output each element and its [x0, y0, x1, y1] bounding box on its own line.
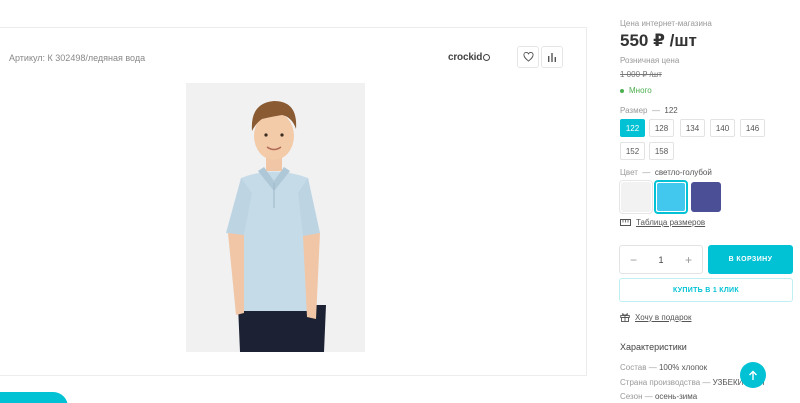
quantity-stepper: − 1 +: [619, 245, 703, 274]
color-swatch-navy[interactable]: [689, 180, 723, 214]
size-option-158[interactable]: 158: [649, 142, 674, 160]
size-option-146[interactable]: 146: [740, 119, 765, 137]
size-option-128[interactable]: 128: [649, 119, 674, 137]
size-table-link[interactable]: Таблица размеров: [620, 218, 705, 227]
quantity-value[interactable]: 1: [658, 255, 663, 265]
online-price-label: Цена интернет-магазина: [620, 19, 712, 28]
brand-logo[interactable]: crockid: [448, 52, 491, 63]
characteristic-row: Сезон — осень-зима: [620, 392, 698, 401]
compare-button[interactable]: [541, 46, 563, 68]
color-dash: —: [642, 168, 651, 177]
add-to-favorites-button[interactable]: [517, 46, 539, 68]
gift-icon: [620, 313, 630, 322]
characteristic-value: 100% хлопок: [658, 363, 708, 372]
color-swatch-fill: [657, 183, 685, 211]
characteristic-name: Состав: [620, 363, 647, 372]
characteristic-name: Сезон: [620, 392, 643, 401]
color-selected-value: светло-голубой: [654, 168, 712, 177]
size-selected-value: 122: [664, 106, 678, 115]
size-table-text: Таблица размеров: [636, 218, 706, 227]
online-price: 550 ₽ /шт: [620, 31, 697, 50]
characteristic-row: Состав — 100% хлопок: [620, 363, 708, 372]
ruler-icon: [620, 219, 631, 226]
stock-dot-icon: [620, 88, 624, 93]
add-to-cart-button[interactable]: В КОРЗИНУ: [708, 245, 793, 274]
retail-price-label: Розничная цена: [620, 56, 680, 65]
bar-chart-icon: [548, 53, 556, 62]
decrease-quantity-button[interactable]: −: [630, 253, 637, 267]
stock-text: Много: [629, 86, 652, 95]
size-option-134[interactable]: 134: [680, 119, 705, 137]
retail-price: 1 000 ₽ /шт: [620, 70, 662, 79]
size-option-122[interactable]: 122: [620, 119, 645, 137]
product-page: Артикул: К 302498/ледяная вода crockid Ц…: [0, 0, 800, 403]
characteristics-title: Характеристики: [620, 342, 687, 352]
color-swatch-fill: [691, 182, 721, 212]
size-option-140[interactable]: 140: [710, 119, 735, 137]
gift-link[interactable]: Хочу в подарок: [620, 312, 692, 322]
gift-link-text: Хочу в подарок: [635, 312, 692, 322]
size-label: Размер: [620, 106, 648, 115]
bottom-action-pill[interactable]: [0, 392, 68, 403]
increase-quantity-button[interactable]: +: [685, 253, 692, 267]
size-label-row: Размер — 122: [620, 106, 678, 115]
stock-status: Много: [620, 86, 652, 95]
size-option-152[interactable]: 152: [620, 142, 645, 160]
size-dash: —: [651, 106, 660, 115]
characteristic-name: Страна производства: [620, 378, 701, 387]
color-swatch-fill: [621, 182, 651, 212]
buy-one-click-button[interactable]: КУПИТЬ В 1 КЛИК: [619, 278, 793, 302]
color-label-row: Цвет — светло-голубой: [620, 168, 712, 177]
heart-icon: [522, 52, 534, 62]
arrow-up-icon: [749, 370, 757, 380]
color-swatch-light-blue[interactable]: [654, 180, 688, 214]
product-photo[interactable]: [186, 83, 365, 352]
color-swatch-white[interactable]: [619, 180, 653, 214]
brand-logo-mark: [483, 53, 491, 61]
characteristic-value: осень-зима: [654, 392, 698, 401]
boy-in-polo-image: [186, 83, 365, 352]
brand-name: crockid: [448, 52, 483, 63]
product-sku: Артикул: К 302498/ледяная вода: [9, 53, 146, 63]
color-label: Цвет: [620, 168, 638, 177]
scroll-to-top-button[interactable]: [740, 362, 766, 388]
